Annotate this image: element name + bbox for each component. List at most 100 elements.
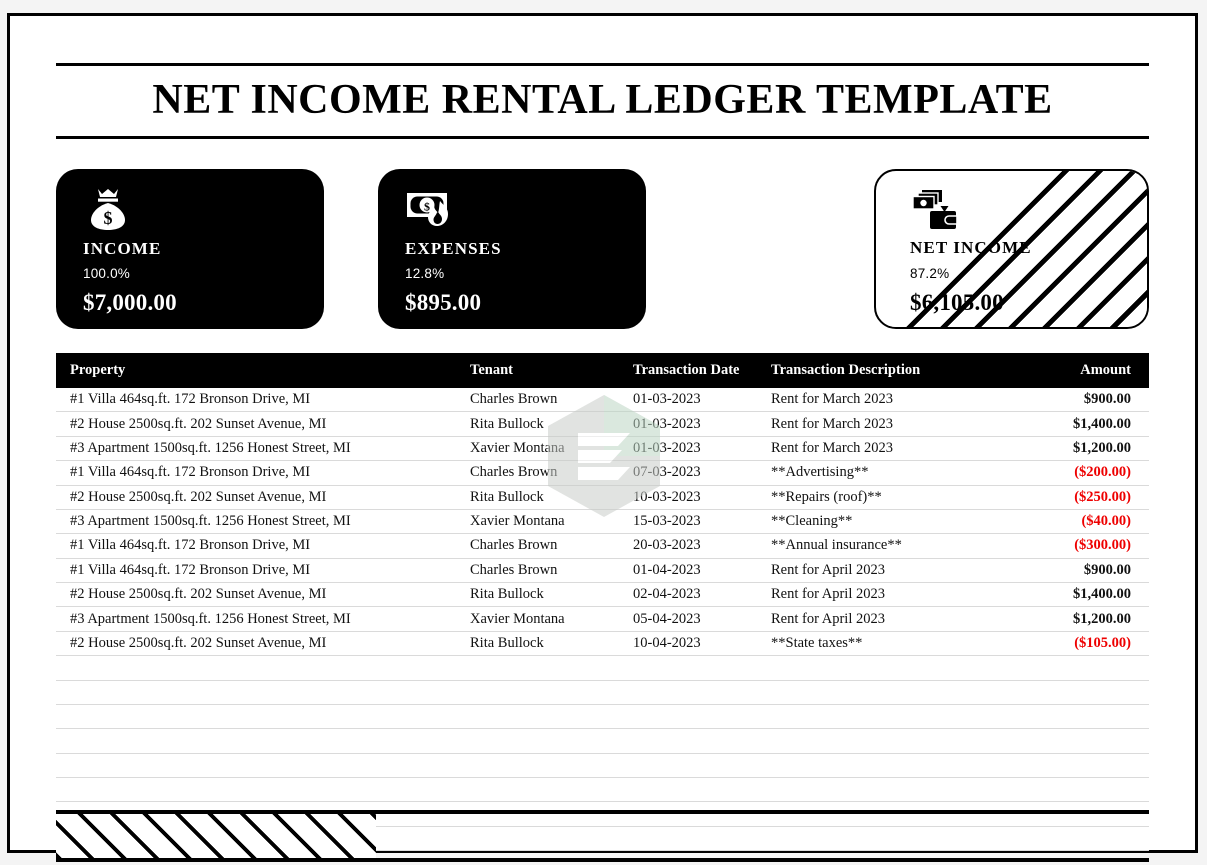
cell-empty — [633, 777, 771, 803]
cell-empty — [771, 777, 1021, 803]
cell-amount: ($300.00) — [1021, 533, 1149, 559]
cell-empty — [56, 655, 470, 681]
table-row-empty[interactable] — [56, 728, 1149, 754]
cell-amount: ($250.00) — [1021, 485, 1149, 510]
column-header-property[interactable]: Property — [56, 353, 470, 388]
burning-money-icon: $ — [404, 185, 456, 231]
cell-tenant: Rita Bullock — [470, 582, 633, 608]
cell-property: #2 House 2500sq.ft. 202 Sunset Avenue, M… — [56, 411, 470, 437]
cell-empty — [470, 680, 633, 705]
table-row-empty[interactable] — [56, 655, 1149, 681]
table-row-empty[interactable] — [56, 777, 1149, 803]
summary-card-percent: 12.8% — [405, 266, 445, 281]
cell-empty — [771, 704, 1021, 730]
table-row-empty[interactable] — [56, 680, 1149, 705]
footer-decoration — [56, 810, 1149, 862]
cell-amount: ($105.00) — [1021, 631, 1149, 657]
summary-card-percent: 87.2% — [910, 266, 950, 281]
table-row[interactable]: #1 Villa 464sq.ft. 172 Bronson Drive, MI… — [56, 388, 1149, 413]
cell-transaction-date: 01-03-2023 — [633, 388, 771, 413]
document-title-block: NET INCOME RENTAL LEDGER TEMPLATE — [56, 63, 1149, 140]
table-row[interactable]: #2 House 2500sq.ft. 202 Sunset Avenue, M… — [56, 631, 1149, 657]
ledger-table-head: Property Tenant Transaction Date Transac… — [56, 353, 1149, 388]
column-header-amount[interactable]: Amount — [1021, 353, 1149, 388]
cell-empty — [56, 777, 470, 803]
table-row[interactable]: #3 Apartment 1500sq.ft. 1256 Honest Stre… — [56, 436, 1149, 462]
table-row[interactable]: #1 Villa 464sq.ft. 172 Bronson Drive, MI… — [56, 460, 1149, 486]
cell-empty — [470, 777, 633, 803]
cell-transaction-date: 20-03-2023 — [633, 533, 771, 559]
cell-tenant: Charles Brown — [470, 558, 633, 584]
footer-stripe-area — [56, 814, 1149, 858]
cell-property: #2 House 2500sq.ft. 202 Sunset Avenue, M… — [56, 631, 470, 657]
cell-transaction-date: 01-03-2023 — [633, 436, 771, 462]
cell-transaction-description: **Repairs (roof)** — [771, 485, 1021, 510]
cell-transaction-description: **State taxes** — [771, 631, 1021, 657]
table-row-empty[interactable] — [56, 753, 1149, 779]
cell-transaction-description: Rent for March 2023 — [771, 411, 1021, 437]
cell-empty — [56, 680, 470, 705]
cell-empty — [470, 753, 633, 779]
summary-card-amount: $895.00 — [405, 290, 482, 315]
cell-tenant: Charles Brown — [470, 533, 633, 559]
summary-card-amount: $7,000.00 — [83, 290, 177, 315]
cell-empty — [633, 753, 771, 779]
cell-transaction-description: Rent for March 2023 — [771, 388, 1021, 413]
summary-card-net-income[interactable]: NET INCOME 87.2% $6,105.00 — [874, 169, 1149, 329]
table-row[interactable]: #3 Apartment 1500sq.ft. 1256 Honest Stre… — [56, 606, 1149, 632]
cell-property: #1 Villa 464sq.ft. 172 Bronson Drive, MI — [56, 558, 470, 584]
cell-amount: ($200.00) — [1021, 460, 1149, 486]
table-row[interactable]: #2 House 2500sq.ft. 202 Sunset Avenue, M… — [56, 411, 1149, 437]
svg-text:$: $ — [104, 208, 113, 228]
cell-property: #1 Villa 464sq.ft. 172 Bronson Drive, MI — [56, 460, 470, 486]
table-row[interactable]: #3 Apartment 1500sq.ft. 1256 Honest Stre… — [56, 509, 1149, 535]
cell-empty — [771, 655, 1021, 681]
cell-empty — [1021, 753, 1149, 779]
cell-property: #3 Apartment 1500sq.ft. 1256 Honest Stre… — [56, 436, 470, 462]
table-row[interactable]: #1 Villa 464sq.ft. 172 Bronson Drive, MI… — [56, 558, 1149, 584]
cell-transaction-date: 10-03-2023 — [633, 485, 771, 510]
table-row[interactable]: #2 House 2500sq.ft. 202 Sunset Avenue, M… — [56, 582, 1149, 608]
cell-tenant: Rita Bullock — [470, 411, 633, 437]
column-header-transaction-date[interactable]: Transaction Date — [633, 353, 771, 388]
footer-rule-bottom — [56, 858, 1149, 862]
table-row-empty[interactable] — [56, 704, 1149, 730]
ledger-table-body: #1 Villa 464sq.ft. 172 Bronson Drive, MI… — [56, 388, 1149, 852]
money-bag-icon: $ — [82, 185, 134, 231]
document-page: NET INCOME RENTAL LEDGER TEMPLATE $ INCO… — [7, 13, 1198, 862]
cell-tenant: Rita Bullock — [470, 485, 633, 510]
cell-transaction-date: 01-03-2023 — [633, 411, 771, 437]
title-rule-bottom — [56, 136, 1149, 140]
summary-card-expenses[interactable]: $ EXPENSES 12.8% $895.00 — [378, 169, 646, 329]
summary-cards: $ INCOME 100.0% $7,000.00 $ EXPENSES 12.… — [56, 169, 1149, 329]
cell-transaction-description: Rent for April 2023 — [771, 558, 1021, 584]
table-row[interactable]: #2 House 2500sq.ft. 202 Sunset Avenue, M… — [56, 485, 1149, 510]
summary-card-label: NET INCOME — [910, 238, 1032, 257]
cell-empty — [56, 753, 470, 779]
cell-tenant: Rita Bullock — [470, 631, 633, 657]
cell-tenant: Xavier Montana — [470, 509, 633, 535]
column-header-transaction-description[interactable]: Transaction Description — [771, 353, 1021, 388]
cell-tenant: Charles Brown — [470, 388, 633, 413]
cell-transaction-description: **Advertising** — [771, 460, 1021, 486]
ledger-table-container: Property Tenant Transaction Date Transac… — [56, 353, 1149, 852]
footer-diagonal-stripes — [56, 814, 376, 858]
summary-card-income[interactable]: $ INCOME 100.0% $7,000.00 — [56, 169, 324, 329]
cell-empty — [771, 753, 1021, 779]
cell-transaction-description: Rent for April 2023 — [771, 582, 1021, 608]
cell-empty — [1021, 704, 1149, 730]
cell-amount: $1,400.00 — [1021, 582, 1149, 608]
column-header-tenant[interactable]: Tenant — [470, 353, 633, 388]
cell-empty — [56, 728, 470, 754]
summary-card-percent: 100.0% — [83, 266, 130, 281]
cell-amount: ($40.00) — [1021, 509, 1149, 535]
cell-property: #1 Villa 464sq.ft. 172 Bronson Drive, MI — [56, 533, 470, 559]
table-row[interactable]: #1 Villa 464sq.ft. 172 Bronson Drive, MI… — [56, 533, 1149, 559]
cell-transaction-date: 07-03-2023 — [633, 460, 771, 486]
cell-empty — [633, 728, 771, 754]
cell-amount: $900.00 — [1021, 388, 1149, 413]
cell-transaction-date: 15-03-2023 — [633, 509, 771, 535]
cell-tenant: Charles Brown — [470, 460, 633, 486]
cell-tenant: Xavier Montana — [470, 606, 633, 632]
svg-text:$: $ — [424, 200, 430, 214]
